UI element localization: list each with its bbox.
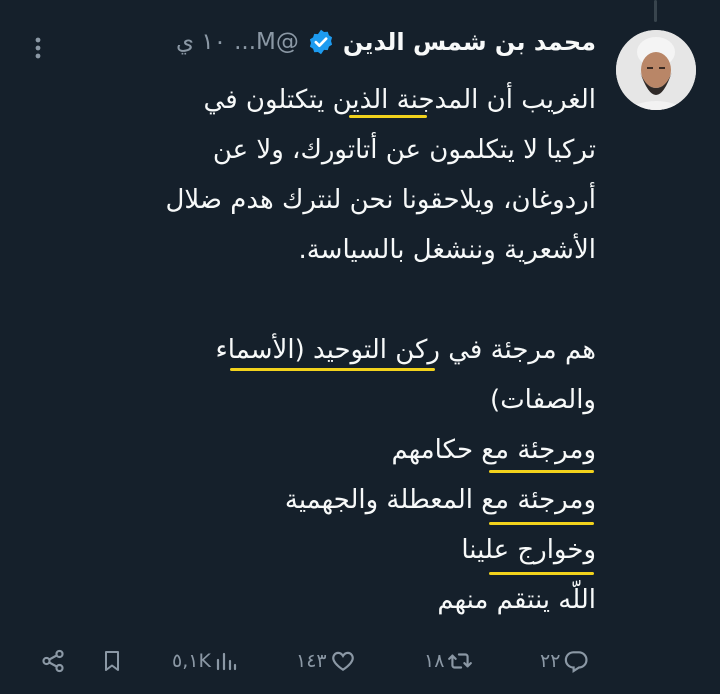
share-icon <box>40 648 66 674</box>
bookmark-button[interactable] <box>100 644 124 678</box>
more-options-icon[interactable] <box>26 36 50 60</box>
tweet-time[interactable]: ١٠ ي <box>176 29 226 55</box>
like-button[interactable]: ١٤٣ <box>296 644 356 678</box>
tweet-line: ومرجئة مع حكامهم <box>391 435 596 465</box>
tweet-line: الغريب أن المدجنة الذين يتكتلون في <box>203 85 596 115</box>
share-button[interactable] <box>40 644 66 678</box>
highlight-underline <box>349 115 427 118</box>
tweet-line: والصفات) <box>490 385 596 415</box>
tweet-header: محمد بن شمس الدين @M... ١٠ ي <box>176 28 596 56</box>
author-handle[interactable]: @M... <box>234 29 299 55</box>
views-count: ٥,١K <box>172 650 211 672</box>
avatar-photo <box>616 30 696 110</box>
tweet-line: الأشعرية وننشغل بالسياسة. <box>298 235 596 265</box>
tweet-line: اللّه ينتقم منهم <box>437 585 596 615</box>
like-icon <box>330 648 356 674</box>
highlight-underline <box>230 368 435 371</box>
tweet-line: ومرجئة مع المعطلة والجهمية <box>284 485 596 515</box>
retweet-count: ١٨ <box>424 650 445 672</box>
retweet-icon <box>447 648 473 674</box>
views-button[interactable]: ٥,١K <box>172 644 238 678</box>
reply-icon <box>563 648 589 674</box>
like-count: ١٤٣ <box>296 650 327 672</box>
verified-badge-icon <box>307 28 335 56</box>
tweet-line: وخوارج علينا <box>461 535 596 565</box>
avatar[interactable] <box>616 30 696 110</box>
tweet-line: تركيا لا يتكلمون عن أتاتورك، ولا عن <box>212 135 596 165</box>
author-name[interactable]: محمد بن شمس الدين <box>343 28 596 56</box>
highlight-underline <box>489 470 594 473</box>
thread-connector-line <box>654 0 657 22</box>
highlight-underline <box>489 522 594 525</box>
highlight-underline <box>489 572 594 575</box>
tweet-actions-bar: ٢٢ ١٨ ١٤٣ ٥,١K <box>0 644 720 678</box>
reply-count: ٢٢ <box>540 650 561 672</box>
tweet-text: الغريب أن المدجنة الذين يتكتلون في تركيا… <box>66 75 597 625</box>
tweet-line: أردوغان، ويلاحقونا نحن لنترك هدم ضلال <box>165 185 597 215</box>
bookmark-icon <box>100 648 124 674</box>
retweet-button[interactable]: ١٨ <box>424 644 473 678</box>
reply-button[interactable]: ٢٢ <box>540 644 589 678</box>
views-icon <box>214 648 238 674</box>
